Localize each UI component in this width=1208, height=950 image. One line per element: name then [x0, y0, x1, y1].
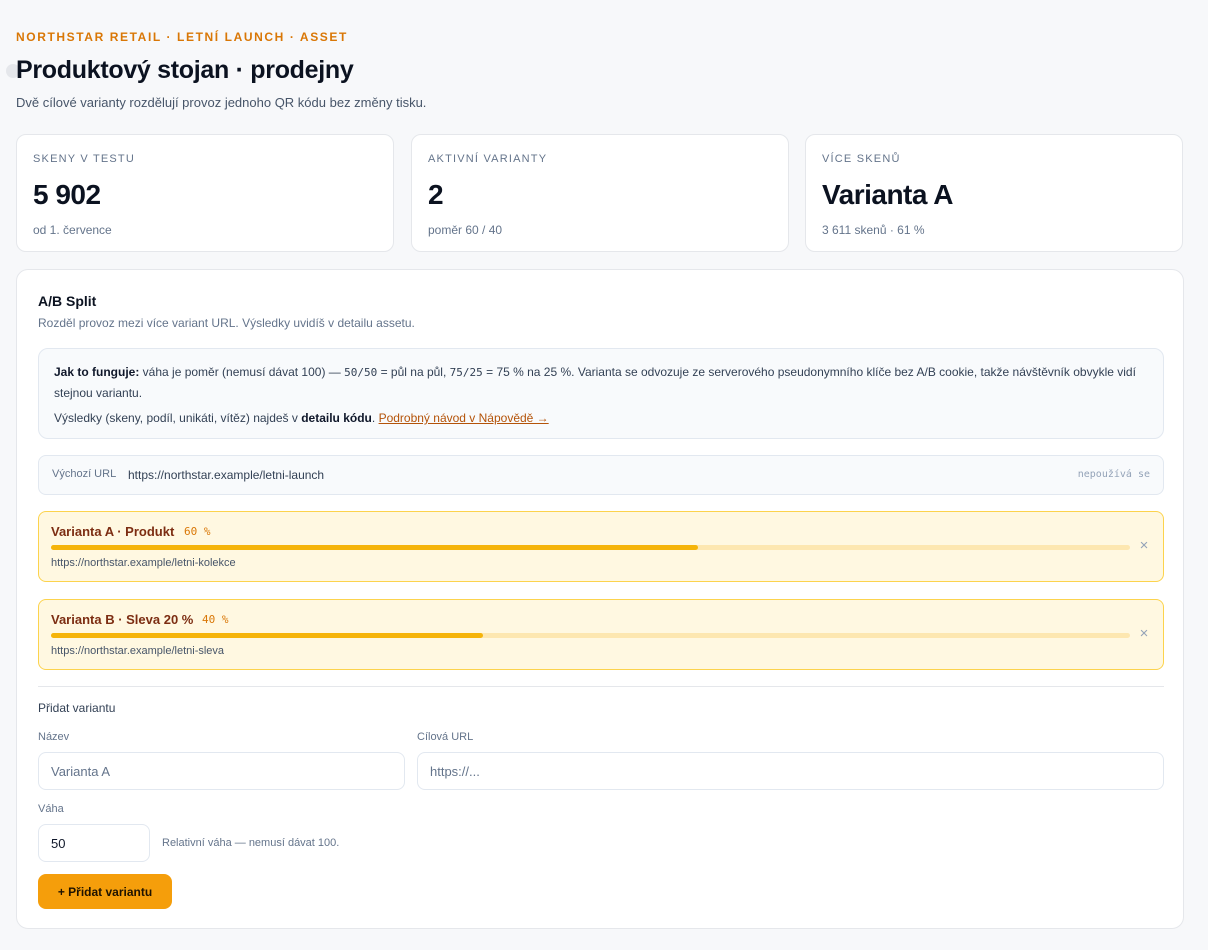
stat-label: AKTIVNÍ VARIANTY: [428, 153, 548, 165]
stat-label: SKENY V TESTU: [33, 153, 135, 165]
stat-note: od 1. července: [33, 223, 112, 237]
add-variant-title: Přidat variantu: [38, 701, 116, 715]
variant-card: Varianta B · Sleva 20 % 40 % https://nor…: [38, 599, 1164, 670]
stat-note: 3 611 skenů · 61 %: [822, 223, 925, 237]
weight-input[interactable]: [38, 824, 150, 862]
variant-url: https://northstar.example/letni-kolekce: [51, 557, 236, 569]
stat-card-scans: SKENY V TESTU 5 902 od 1. července: [16, 134, 394, 252]
stats-row: SKENY V TESTU 5 902 od 1. července AKTIV…: [16, 134, 1184, 252]
divider: [38, 686, 1164, 687]
weight-field-label: Váha: [38, 803, 64, 815]
panel-description: Rozděl provoz mezi více variant URL. Výs…: [38, 316, 415, 330]
variant-share-fill: [51, 545, 699, 550]
variant-share-bar: [51, 545, 1130, 550]
variant-name-input[interactable]: [38, 752, 405, 790]
stat-value: 2: [428, 179, 444, 210]
default-url-row: Výchozí URL https://northstar.example/le…: [38, 455, 1164, 495]
stat-label: VÍCE SKENŮ: [822, 153, 901, 165]
info-code: 50/50: [344, 366, 378, 379]
stat-card-active-variants: AKTIVNÍ VARIANTY 2 poměr 60 / 40: [411, 134, 789, 252]
close-icon[interactable]: ×: [1137, 538, 1151, 553]
info-line-1: Jak to funguje: váha je poměr (nemusí dá…: [54, 362, 1148, 403]
page-title: Produktový stojan · prodejny: [16, 56, 354, 84]
panel-title: A/B Split: [38, 293, 97, 309]
variant-name: Varianta B · Sleva 20 %: [51, 612, 194, 627]
help-link[interactable]: Podrobný návod v Nápovědě →: [379, 411, 549, 425]
info-box: Jak to funguje: váha je poměr (nemusí dá…: [38, 348, 1164, 439]
variant-share-fill: [51, 633, 483, 638]
default-url-value: https://northstar.example/letni-launch: [128, 468, 325, 482]
variant-url: https://northstar.example/letni-sleva: [51, 645, 225, 657]
breadcrumb: NORTHSTAR RETAIL · LETNÍ LAUNCH · ASSET: [16, 30, 348, 44]
page-subtitle: Dvě cílové varianty rozdělují provoz jed…: [16, 95, 427, 110]
info-text: .: [371, 411, 379, 425]
target-url-input[interactable]: [417, 752, 1164, 790]
stat-value: Varianta A: [822, 179, 953, 210]
close-icon[interactable]: ×: [1137, 626, 1151, 641]
info-bold: detailu kódu: [301, 411, 372, 425]
variant-weight: 40 %: [202, 613, 229, 626]
add-variant-button[interactable]: + Přidat variantu: [38, 874, 172, 909]
info-text: Výsledky (skeny, podíl, unikáti, vítěz) …: [54, 411, 302, 425]
variant-name: Varianta A · Produkt: [51, 524, 175, 539]
variant-card: Varianta A · Produkt 60 % https://norths…: [38, 511, 1164, 582]
name-field-label: Název: [38, 731, 70, 743]
info-code: 75/25: [449, 366, 483, 379]
url-field-label: Cílová URL: [417, 731, 474, 743]
info-line-2: Výsledky (skeny, podíl, unikáti, vítěz) …: [54, 408, 1148, 428]
variant-share-bar: [51, 633, 1130, 638]
variant-weight: 60 %: [184, 525, 211, 538]
info-text: = půl na půl,: [377, 365, 450, 379]
info-text: váha je poměr (nemusí dávat 100) —: [139, 365, 345, 379]
weight-hint: Relativní váha — nemusí dávat 100.: [162, 837, 340, 849]
info-lead: Jak to funguje:: [54, 365, 140, 379]
ab-split-panel: A/B Split Rozděl provoz mezi více varian…: [16, 269, 1184, 929]
stat-note: poměr 60 / 40: [428, 223, 503, 237]
default-url-status: nepoužívá se: [1077, 469, 1150, 480]
default-url-label: Výchozí URL: [52, 468, 117, 480]
stat-value: 5 902: [33, 179, 101, 210]
stat-card-leader: VÍCE SKENŮ Varianta A 3 611 skenů · 61 %: [805, 134, 1183, 252]
